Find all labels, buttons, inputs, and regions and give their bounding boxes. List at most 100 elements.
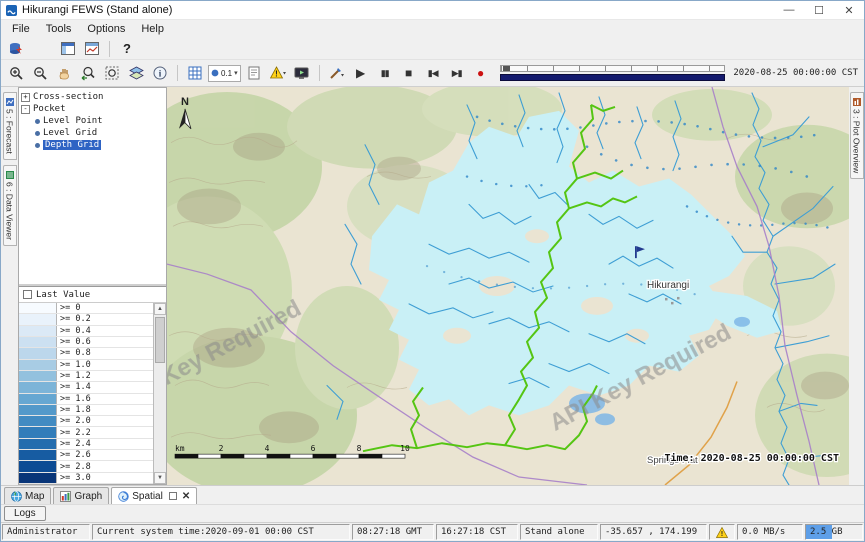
zoom-in-icon[interactable] [5,63,27,83]
color-swatch [19,371,57,381]
zoom-out-icon[interactable] [29,63,51,83]
label-hikurangi: Hikurangi [647,280,689,291]
logs-button[interactable]: Logs [4,506,46,521]
record-icon[interactable]: ● [470,63,492,83]
menu-options[interactable]: Options [80,22,132,36]
legend-entry: >= 0.8 [19,348,153,359]
timeline-track[interactable] [500,65,726,72]
globe-icon [11,491,22,502]
title-bar: Hikurangi FEWS (Stand alone) — ☐ ✕ [1,1,864,20]
layer-node-icon [35,143,40,148]
zoom-previous-icon[interactable] [77,63,99,83]
maximize-button[interactable]: ☐ [804,1,834,19]
status-local-time: 16:27:18 CST [436,524,518,540]
svg-text:2: 2 [219,444,224,453]
graph-icon [60,491,71,502]
color-swatch [19,427,57,437]
timeseries-display-icon[interactable] [81,39,103,59]
map-area[interactable]: Hikurangi Springs Flat API Key Required … [167,87,849,485]
play-icon[interactable]: ▶ [350,63,372,83]
zoom-extent-icon[interactable] [101,63,123,83]
timeline-slider[interactable] [500,65,726,81]
color-swatch [19,394,57,404]
legend-entry: >= 2.6 [19,450,153,461]
tab-graph[interactable]: Graph [53,487,109,504]
layers-icon[interactable] [125,63,147,83]
color-swatch [19,360,57,370]
status-warning[interactable]: ! [709,524,735,540]
scroll-up-icon[interactable]: ▲ [154,303,166,315]
status-mode: Stand alone [520,524,598,540]
legend-scrollbar[interactable]: ▲ ▼ [154,303,166,484]
legend-entry: >= 3.0 [19,473,153,484]
logs-row: Logs [1,504,864,522]
collapse-icon[interactable]: - [21,105,30,114]
profile-tool-icon[interactable] [326,63,348,83]
database-icon[interactable] [5,39,27,59]
tab-spatial[interactable]: Spatial ✕ [111,487,197,504]
legend-entry: >= 2.0 [19,416,153,427]
contour-interval-select[interactable]: 0.1 ▾ [208,65,241,82]
map-display-icon[interactable] [57,39,79,59]
right-tab-strip: 3 : Plot Overview [849,87,864,485]
legend-entry: >= 0.6 [19,337,153,348]
color-swatch [19,439,57,449]
legend-entry: >= 2.8 [19,461,153,472]
toolbar-separator [177,65,178,81]
animation-display-icon[interactable] [291,63,313,83]
svg-text:10: 10 [400,444,410,453]
step-forward-icon[interactable]: ▶▮ [446,63,468,83]
legend-entry: >= 0.2 [19,314,153,325]
info-icon[interactable]: i [149,63,171,83]
close-tab-icon[interactable]: ✕ [182,491,190,502]
status-user: Administrator [2,524,90,540]
map-canvas[interactable]: Hikurangi Springs Flat API Key Required … [167,87,849,485]
pause-icon[interactable]: ▮▮ [374,63,396,83]
svg-text:8: 8 [357,444,362,453]
warning-threshold-icon[interactable]: ! [267,63,289,83]
tree-item-depth-grid[interactable]: Depth Grid [21,139,164,151]
last-value-checkbox[interactable] [23,290,32,299]
minimize-button[interactable]: — [774,1,804,19]
tree-item-cross-section[interactable]: + Cross-section [21,91,164,103]
step-back-icon[interactable]: ▮◀ [422,63,444,83]
legend-entry: >= 2.2 [19,427,153,438]
float-window-icon[interactable] [169,492,177,500]
tab-forecast[interactable]: 5 : Forecast [3,92,17,160]
menu-tools[interactable]: Tools [39,22,79,36]
svg-text:6: 6 [311,444,316,453]
menu-help[interactable]: Help [134,22,171,36]
menu-file[interactable]: File [5,22,37,36]
grid-display-icon[interactable] [184,63,206,83]
color-swatch [19,326,57,336]
scroll-down-icon[interactable]: ▼ [154,472,166,484]
scroll-thumb[interactable] [155,317,165,363]
legend-entry: >= 2.4 [19,439,153,450]
timeline-range-bar [500,74,726,81]
spatial-icon [118,491,129,502]
legend-entry: >= 1.0 [19,360,153,371]
status-memory[interactable]: 2.5 GB [805,524,863,540]
color-swatch [19,314,57,324]
data-viewer-icon [6,171,14,179]
close-button[interactable]: ✕ [834,1,864,19]
timeline-thumb[interactable] [503,66,510,71]
tab-data-viewer[interactable]: 6 : Data Viewer [3,165,17,246]
tab-map[interactable]: Map [4,487,51,504]
tab-plot-overview[interactable]: 3 : Plot Overview [850,92,864,179]
color-swatch [19,450,57,460]
legend-entry: >= 0.4 [19,326,153,337]
contour-interval-value: 0.1 [221,69,232,78]
svg-text:km: km [175,444,185,453]
pan-hand-icon[interactable] [53,63,75,83]
tree-item-pocket[interactable]: - Pocket [21,103,164,115]
window-title: Hikurangi FEWS (Stand alone) [22,4,172,16]
expand-icon[interactable]: + [21,93,30,102]
help-icon[interactable]: ? [116,39,138,59]
stop-icon[interactable]: ■ [398,63,420,83]
tree-item-level-grid[interactable]: Level Grid [21,127,164,139]
layer-node-icon [35,119,40,124]
report-icon[interactable] [243,63,265,83]
status-gmt-time: 08:27:18 GMT [352,524,434,540]
tree-item-level-point[interactable]: Level Point [21,115,164,127]
